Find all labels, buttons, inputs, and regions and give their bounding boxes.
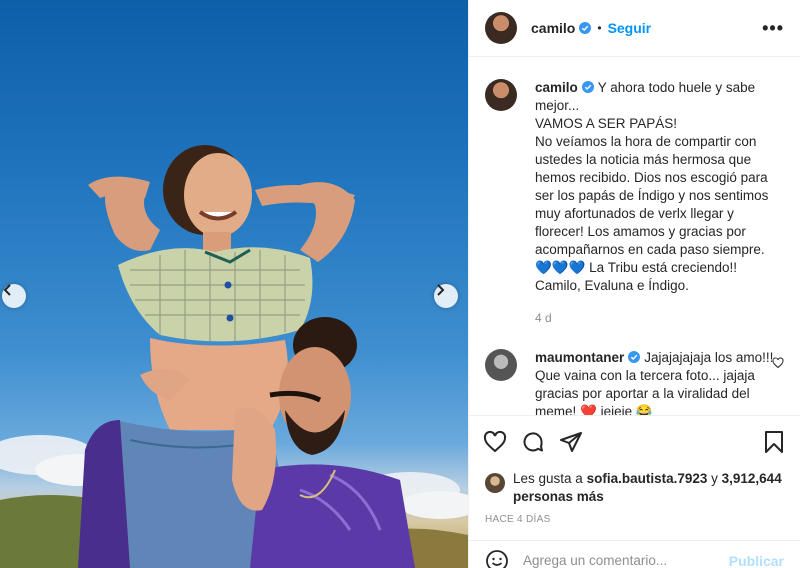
liker-avatar [485, 473, 505, 493]
caption-line-3: No veíamos la hora de compartir con uste… [535, 134, 769, 257]
add-comment-bar: Publicar [469, 540, 800, 568]
separator-dot: • [597, 21, 602, 35]
emoji-icon[interactable] [485, 549, 509, 568]
like-comment-heart-icon[interactable] [772, 357, 784, 369]
chevron-right-icon [437, 284, 445, 296]
liker-username[interactable]: sofia.bautista.7923 [587, 471, 708, 486]
comments-section: camilo Y ahora todo huele y sabe mejor...… [469, 57, 800, 415]
likes-middle: y [707, 471, 722, 486]
likes-prefix: Les gusta a [513, 471, 587, 486]
verified-badge-icon [628, 351, 641, 363]
verified-badge-icon [581, 81, 594, 93]
heart-icon [483, 430, 507, 452]
previous-photo-button[interactable] [2, 284, 26, 308]
comment-bubble-icon [523, 431, 543, 451]
comment-item: maumontaner Jajajajajaja los amo!!! Que v… [485, 349, 784, 415]
likes-text: Les gusta a sofia.bautista.7923 y 3,912,… [513, 470, 784, 506]
bookmark-icon [765, 430, 783, 453]
caption-line-2: VAMOS A SER PAPÁS! [535, 116, 678, 131]
comment-body: maumontaner Jajajajajaja los amo!!! Que v… [535, 349, 779, 415]
action-bar [469, 415, 800, 467]
paper-plane-icon [560, 431, 582, 452]
save-button[interactable] [762, 430, 786, 454]
post-photo[interactable] [0, 0, 468, 568]
post-details-panel: camilo • Seguir ••• camilo Y ahora todo h… [468, 0, 800, 568]
post-date[interactable]: HACE 4 DÍAS [485, 514, 551, 525]
caption-timestamp[interactable]: 4 d [535, 309, 779, 327]
caption-author-avatar[interactable] [485, 79, 517, 111]
likes-summary[interactable]: Les gusta a sofia.bautista.7923 y 3,912,… [485, 470, 784, 506]
like-button[interactable] [483, 430, 507, 454]
caption: camilo Y ahora todo huele y sabe mejor...… [485, 79, 784, 327]
caption-body: camilo Y ahora todo huele y sabe mejor...… [535, 79, 779, 327]
photo-illustration [0, 145, 468, 568]
post-header: camilo • Seguir ••• [469, 0, 800, 57]
commenter-username[interactable]: maumontaner [535, 350, 624, 365]
next-photo-button[interactable] [434, 284, 458, 308]
author-avatar[interactable] [485, 12, 517, 44]
commenter-avatar[interactable] [485, 349, 517, 381]
comment-input[interactable] [523, 553, 729, 568]
caption-author[interactable]: camilo [535, 80, 578, 95]
caption-line-4: 💙💙💙 La Tribu está creciendo!! Camilo, Ev… [535, 260, 738, 293]
chevron-left-icon [3, 284, 11, 296]
more-options-button[interactable]: ••• [762, 18, 784, 39]
verified-badge-icon [579, 22, 592, 34]
publish-button[interactable]: Publicar [729, 553, 784, 568]
follow-button[interactable]: Seguir [608, 20, 652, 36]
comment-button[interactable] [521, 430, 545, 454]
share-button[interactable] [559, 430, 583, 454]
author-username[interactable]: camilo [531, 20, 575, 36]
